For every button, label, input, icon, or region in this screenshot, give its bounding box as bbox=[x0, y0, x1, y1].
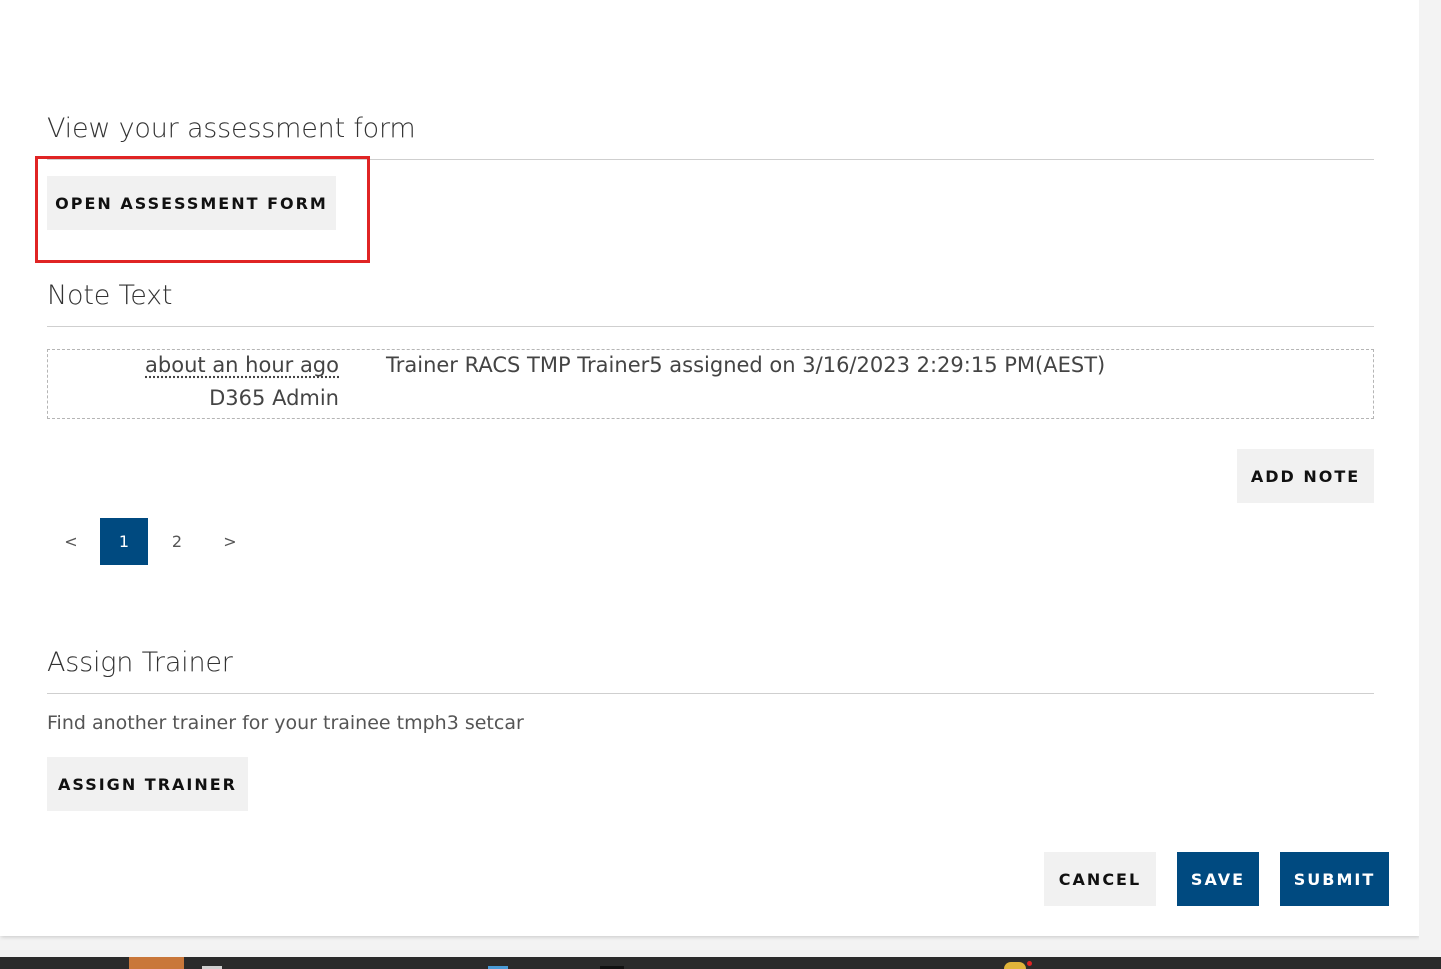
os-taskbar bbox=[0, 957, 1441, 969]
assign-trainer-button[interactable]: ASSIGN TRAINER bbox=[47, 757, 248, 811]
taskbar-chrome-icon[interactable] bbox=[1004, 962, 1026, 969]
assessment-section-title: View your assessment form bbox=[47, 113, 416, 144]
pagination-next-button[interactable]: > bbox=[206, 518, 254, 565]
assign-trainer-section-title: Assign Trainer bbox=[47, 647, 233, 678]
form-page: View your assessment form OPEN ASSESSMEN… bbox=[0, 0, 1419, 936]
assign-trainer-divider bbox=[47, 693, 1374, 694]
note-author: D365 Admin bbox=[209, 386, 339, 410]
notification-dot-icon bbox=[1027, 961, 1032, 966]
note-timestamp[interactable]: about an hour ago bbox=[145, 353, 339, 377]
save-button[interactable]: SAVE bbox=[1177, 852, 1259, 906]
pagination-page-2[interactable]: 2 bbox=[153, 518, 201, 565]
add-note-button[interactable]: ADD NOTE bbox=[1237, 449, 1374, 503]
highlight-annotation-box bbox=[35, 156, 370, 263]
pagination-page-1[interactable]: 1 bbox=[100, 518, 148, 565]
notes-divider bbox=[47, 326, 1374, 327]
notes-section-title: Note Text bbox=[47, 280, 173, 311]
pagination-prev-button[interactable]: < bbox=[47, 518, 95, 565]
assign-trainer-helper-text: Find another trainer for your trainee tm… bbox=[47, 712, 524, 734]
window-edge bbox=[1419, 0, 1441, 957]
submit-button[interactable]: SUBMIT bbox=[1280, 852, 1389, 906]
cancel-button[interactable]: CANCEL bbox=[1044, 852, 1156, 906]
taskbar-app-icon[interactable] bbox=[129, 957, 184, 969]
note-list-item: about an hour ago D365 Admin Trainer RAC… bbox=[47, 349, 1374, 419]
note-text: Trainer RACS TMP Trainer5 assigned on 3/… bbox=[386, 353, 1106, 377]
